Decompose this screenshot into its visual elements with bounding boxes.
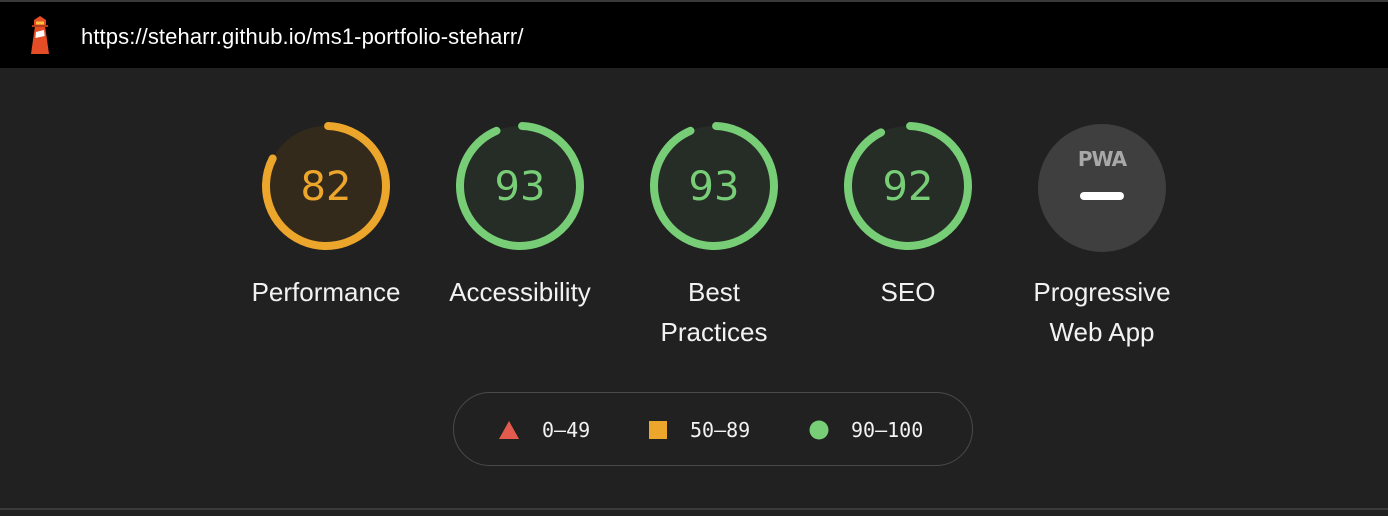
legend-item-average: 50–89 xyxy=(648,393,750,467)
gauge-label-line1: Best xyxy=(687,277,741,307)
gauge-label: SEO xyxy=(808,272,1008,312)
gauge-label-line1: Accessibility xyxy=(449,277,591,307)
square-icon xyxy=(649,421,667,439)
circle-icon xyxy=(809,420,829,440)
legend-range: 90–100 xyxy=(851,418,924,442)
divider xyxy=(0,508,1388,510)
report-url[interactable]: https://steharr.github.io/ms1-portfolio-… xyxy=(81,24,524,50)
legend-range: 50–89 xyxy=(690,418,751,442)
triangle-icon xyxy=(499,421,519,439)
report-header: https://steharr.github.io/ms1-portfolio-… xyxy=(0,0,1388,68)
score-scale-legend: 0–49 50–89 90–100 xyxy=(453,392,973,466)
pwa-badge-background xyxy=(1038,124,1166,252)
gauge-ring-best-practices: 93 xyxy=(650,121,778,250)
legend-range: 0–49 xyxy=(542,418,591,442)
gauge-score: 93 xyxy=(689,164,740,210)
gauge-score: 93 xyxy=(495,164,546,210)
gauge-ring-performance: 82 xyxy=(262,121,390,250)
gauge-label: Best Practices xyxy=(614,272,814,352)
lighthouse-icon xyxy=(31,16,49,54)
gauge-label-line1: Progressive xyxy=(1033,277,1171,307)
gauge-label: Performance xyxy=(226,272,426,312)
legend-item-pass: 90–100 xyxy=(809,393,923,467)
gauge-label: Accessibility xyxy=(420,272,620,312)
gauge-label: Progressive Web App xyxy=(1002,272,1202,352)
gauge-label-line2: Practices xyxy=(660,317,768,347)
pwa-dash-icon xyxy=(1080,192,1124,200)
gauge-ring-seo: 92 xyxy=(844,121,972,250)
legend-item-fail: 0–49 xyxy=(498,393,590,467)
pwa-icon: PWA xyxy=(1078,147,1128,171)
gauge-score: 82 xyxy=(301,164,352,210)
gauge-label-line1: SEO xyxy=(880,277,936,307)
gauge-ring-accessibility: 93 xyxy=(456,121,584,250)
gauge-label-line1: Performance xyxy=(251,277,401,307)
gauge-label-line2: Web App xyxy=(1049,317,1155,347)
pwa-badge: PWA xyxy=(1038,124,1166,252)
gauge-score: 92 xyxy=(883,164,934,210)
